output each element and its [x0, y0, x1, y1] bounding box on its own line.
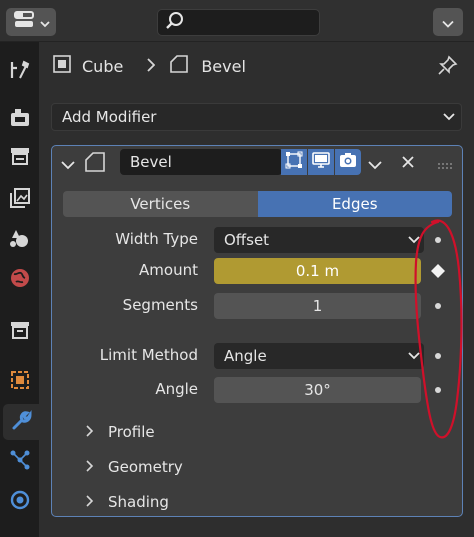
subpanel-geometry-label: Geometry — [108, 458, 183, 476]
subpanel-geometry[interactable]: Geometry — [86, 455, 183, 479]
tab-edges[interactable]: Edges — [257, 191, 452, 217]
angle-value: 30° — [304, 381, 331, 399]
animate-property-dot[interactable] — [433, 385, 443, 395]
chevron-down-icon — [443, 110, 455, 128]
chevron-right-icon — [86, 423, 100, 441]
segments-field[interactable]: 1 — [214, 293, 421, 319]
amount-field[interactable]: 0.1 m — [214, 258, 421, 284]
segments-value: 1 — [312, 297, 323, 315]
subpanel-shading-label: Shading — [108, 493, 169, 511]
width-type-value: Offset — [224, 231, 270, 249]
header-bar — [0, 0, 474, 42]
amount-label: Amount — [139, 261, 198, 279]
tool-icon — [8, 58, 32, 86]
printer-icon — [8, 144, 32, 172]
tab-object[interactable] — [2, 364, 38, 400]
chevron-down-icon — [442, 13, 454, 32]
chevron-down-icon — [40, 13, 50, 32]
edit-mode-icon — [285, 151, 303, 173]
chevron-down-icon — [408, 232, 420, 250]
bevel-modifier-panel: Bevel Vertices Edges Width Type Offset A… — [51, 145, 463, 517]
search-icon — [165, 11, 185, 35]
angle-field[interactable]: 30° — [214, 377, 421, 403]
width-type-dropdown[interactable]: Offset — [214, 227, 424, 253]
physics-orbit-icon — [8, 488, 32, 516]
particles-icon — [8, 448, 32, 476]
breadcrumb-object: Cube — [82, 56, 124, 76]
image-stack-icon — [8, 186, 32, 214]
render-toggle[interactable] — [335, 149, 361, 175]
collapse-chevron-icon[interactable] — [61, 155, 75, 174]
bevel-modifier-icon — [169, 54, 189, 78]
tab-view-layer[interactable] — [2, 182, 38, 218]
modifier-header: Bevel — [52, 146, 462, 177]
object-square-icon — [8, 368, 32, 396]
subpanel-shading[interactable]: Shading — [86, 490, 169, 514]
animate-property-dot[interactable] — [433, 351, 443, 361]
options-dropdown-button[interactable] — [433, 8, 463, 36]
edit-mode-toggle[interactable] — [281, 149, 307, 175]
drag-handle-icon[interactable] — [437, 157, 453, 176]
scene-icon — [8, 226, 32, 254]
modifier-name: Bevel — [130, 153, 172, 171]
world-icon — [8, 266, 32, 294]
subpanel-profile-label: Profile — [108, 423, 155, 441]
render-camera-icon — [8, 106, 32, 134]
tab-world[interactable] — [2, 262, 38, 298]
breadcrumb: Cube Bevel — [52, 54, 246, 78]
chevron-right-icon — [147, 57, 156, 76]
add-modifier-dropdown[interactable]: Add Modifier — [51, 103, 462, 131]
tab-render[interactable] — [2, 102, 38, 138]
tab-collection[interactable] — [2, 314, 38, 350]
wrench-icon — [9, 408, 33, 436]
chevron-down-icon — [408, 348, 420, 366]
keyframe-diamond-icon[interactable] — [430, 263, 446, 279]
viewport-display-toggle[interactable] — [308, 149, 334, 175]
subpanel-profile[interactable]: Profile — [86, 420, 155, 444]
limit-method-value: Angle — [224, 347, 267, 365]
properties-editor-icon — [14, 11, 34, 33]
angle-label: Angle — [155, 380, 198, 398]
affect-toggle: Vertices Edges — [63, 191, 452, 217]
close-icon[interactable] — [401, 154, 415, 173]
tab-vertices[interactable]: Vertices — [63, 191, 258, 217]
tab-scene[interactable] — [2, 222, 38, 258]
breadcrumb-modifier: Bevel — [201, 56, 246, 76]
pin-icon[interactable] — [437, 54, 459, 80]
object-icon — [52, 54, 72, 78]
tab-vertices-label: Vertices — [130, 195, 191, 213]
amount-value: 0.1 m — [295, 262, 340, 280]
tab-edges-label: Edges — [331, 195, 378, 213]
chevron-right-icon — [86, 458, 100, 476]
collection-box-icon — [8, 318, 32, 346]
modifier-name-field[interactable]: Bevel — [120, 149, 282, 175]
tab-modifiers[interactable] — [3, 404, 39, 440]
tab-physics[interactable] — [2, 484, 38, 520]
tab-particles[interactable] — [2, 444, 38, 480]
limit-method-label: Limit Method — [99, 346, 198, 364]
modifier-properties-panel: Cube Bevel Add Modifier Bevel Vertices E… — [39, 42, 474, 537]
chevron-down-icon[interactable] — [368, 155, 382, 174]
tab-tool[interactable] — [2, 54, 38, 90]
camera-icon — [339, 151, 357, 173]
animate-property-dot[interactable] — [433, 301, 443, 311]
chevron-right-icon — [86, 493, 100, 511]
animate-property-dot[interactable] — [433, 235, 443, 245]
properties-tab-bar — [0, 42, 39, 537]
add-modifier-label: Add Modifier — [62, 108, 157, 126]
limit-method-dropdown[interactable]: Angle — [214, 343, 424, 369]
bevel-modifier-icon — [84, 151, 106, 177]
segments-label: Segments — [122, 296, 198, 314]
monitor-icon — [312, 151, 330, 173]
editor-type-button[interactable] — [6, 8, 56, 36]
width-type-label: Width Type — [115, 230, 198, 248]
tab-output[interactable] — [2, 140, 38, 176]
search-input[interactable] — [157, 9, 320, 36]
